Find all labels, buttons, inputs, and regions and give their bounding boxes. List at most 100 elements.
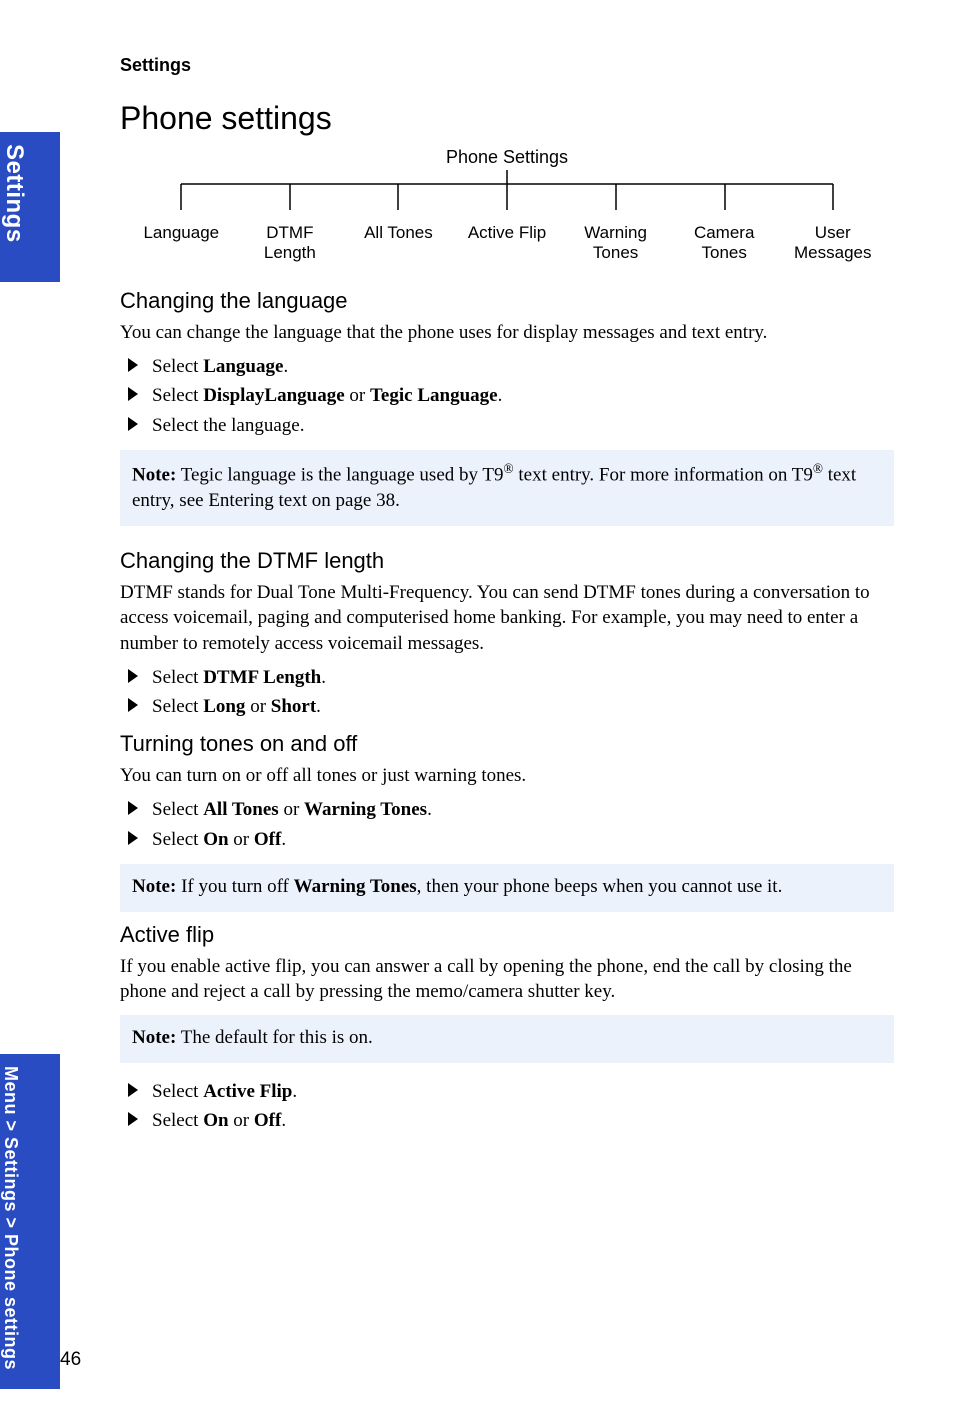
paragraph: You can change the language that the pho… (120, 320, 894, 346)
registered-trademark-icon: ® (504, 461, 514, 476)
section-heading-activeflip: Active flip (120, 922, 894, 948)
step-list: Select All Tones or Warning Tones. Selec… (120, 795, 894, 854)
text-bold: Warning Tones (294, 876, 417, 897)
triangle-bullet-icon (128, 358, 138, 372)
side-rail: Settings Menu > Settings > Phone setting… (0, 132, 60, 1389)
tree-leaf: Active Flip (453, 223, 562, 262)
section-heading-tones: Turning tones on and off (120, 731, 894, 757)
tree-leaf: Warning Tones (561, 223, 670, 262)
tree-leaf-label: Warning Tones (584, 223, 647, 262)
text: Select (152, 667, 203, 688)
list-item: Select DTMF Length. (120, 663, 894, 692)
text: or (229, 1110, 254, 1131)
step-list: Select Active Flip. Select On or Off. (120, 1077, 894, 1136)
tree-leaf-label: Active Flip (468, 223, 546, 242)
triangle-bullet-icon (128, 1112, 138, 1126)
text: Select (152, 799, 203, 820)
text: text entry. For more information on T9 (514, 464, 813, 485)
page-number: 46 (60, 1349, 81, 1371)
note-box: Note: Tegic language is the language use… (120, 450, 894, 526)
running-header: Settings (120, 55, 894, 76)
tree-root-label: Phone Settings (120, 147, 894, 168)
triangle-bullet-icon (128, 698, 138, 712)
step-list: Select DTMF Length. Select Long or Short… (120, 663, 894, 722)
text: or (229, 829, 254, 850)
page: Settings Menu > Settings > Phone setting… (0, 0, 954, 1409)
page-title: Phone settings (120, 100, 894, 137)
note-label: Note: (132, 876, 176, 897)
text: . (283, 356, 288, 377)
text-bold: Warning Tones (304, 799, 427, 820)
step-list: Select Language. Select DisplayLanguage … (120, 352, 894, 440)
text: The default for this is on. (176, 1027, 372, 1048)
side-tab-major-label: Settings (0, 132, 28, 253)
text: Select (152, 356, 203, 377)
paragraph: DTMF stands for Dual Tone Multi-Frequenc… (120, 580, 894, 657)
paragraph: You can turn on or off all tones or just… (120, 763, 894, 789)
list-item: Select All Tones or Warning Tones. (120, 795, 894, 824)
text: . (292, 1081, 297, 1102)
text-bold: Tegic Language (370, 385, 498, 406)
list-item: Select the language. (120, 411, 894, 440)
tree-leaf: User Messages (778, 223, 887, 262)
note-label: Note: (132, 464, 176, 485)
text-bold: On (203, 1110, 228, 1131)
text: Select (152, 696, 203, 717)
text-bold: On (203, 829, 228, 850)
note-box: Note: If you turn off Warning Tones, the… (120, 864, 894, 912)
text: Select (152, 1081, 203, 1102)
tree-leaf-label: Camera Tones (694, 223, 754, 262)
side-tab-breadcrumb-label: Menu > Settings > Phone settings (0, 1054, 21, 1380)
section-heading-dtmf: Changing the DTMF length (120, 548, 894, 574)
text: . (321, 667, 326, 688)
text: . (281, 829, 286, 850)
text: . (316, 696, 321, 717)
tree-leaf-label: DTMF Length (264, 223, 316, 262)
triangle-bullet-icon (128, 1083, 138, 1097)
paragraph: If you enable active flip, you can answe… (120, 954, 894, 1005)
tree-leaf: Language (127, 223, 236, 262)
text-bold: All Tones (203, 799, 279, 820)
triangle-bullet-icon (128, 801, 138, 815)
text: or (279, 799, 304, 820)
text: Select (152, 1110, 203, 1131)
side-tab-major: Settings (0, 132, 60, 282)
tree-leaf-label: Language (143, 223, 219, 242)
text-bold: Active Flip (203, 1081, 292, 1102)
text: Select (152, 385, 203, 406)
text: Select the language. (152, 415, 304, 436)
text-bold: Off (254, 829, 281, 850)
text: or (345, 385, 370, 406)
text: , then your phone beeps when you cannot … (417, 876, 783, 897)
side-tab-breadcrumb: Menu > Settings > Phone settings (0, 1054, 60, 1389)
text: or (245, 696, 270, 717)
list-item: Select DisplayLanguage or Tegic Language… (120, 381, 894, 410)
text-bold: DTMF Length (203, 667, 321, 688)
triangle-bullet-icon (128, 387, 138, 401)
text: . (427, 799, 432, 820)
note-label: Note: (132, 1027, 176, 1048)
registered-trademark-icon: ® (813, 461, 823, 476)
text-bold: Language (203, 356, 283, 377)
tree-connector-icon (127, 170, 887, 218)
text-bold: Long (203, 696, 245, 717)
menu-tree-diagram: Phone Settings Language DTMF Length Al (120, 147, 894, 262)
tree-leaf: Camera Tones (670, 223, 779, 262)
list-item: Select On or Off. (120, 1106, 894, 1135)
list-item: Select Active Flip. (120, 1077, 894, 1106)
text: . (281, 1110, 286, 1131)
triangle-bullet-icon (128, 831, 138, 845)
list-item: Select Long or Short. (120, 692, 894, 721)
triangle-bullet-icon (128, 669, 138, 683)
text-bold: Short (271, 696, 316, 717)
text: Tegic language is the language used by T… (176, 464, 503, 485)
tree-leaf: All Tones (344, 223, 453, 262)
text-bold: DisplayLanguage (203, 385, 344, 406)
list-item: Select Language. (120, 352, 894, 381)
text-bold: Off (254, 1110, 281, 1131)
text: . (498, 385, 503, 406)
triangle-bullet-icon (128, 417, 138, 431)
content-column: Settings Phone settings Phone Settings (120, 55, 894, 1135)
section-heading-language: Changing the language (120, 288, 894, 314)
tree-leaf-label: All Tones (364, 223, 433, 242)
